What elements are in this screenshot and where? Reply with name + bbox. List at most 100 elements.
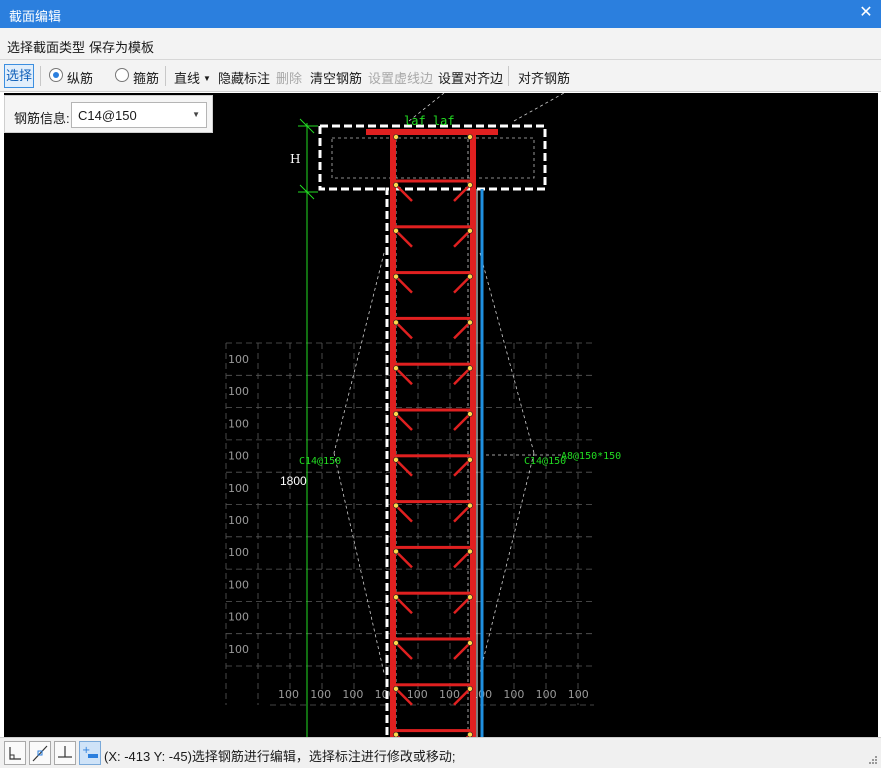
rebar-node [467,273,473,280]
tie-hook [395,413,413,431]
menu-save-as-template[interactable]: 保存为模板 [89,37,154,56]
grid-label: 100 [228,353,249,366]
section-drawing[interactable]: 100 100 100 100 100 100 100 100 100 100 100 100 100 1… [4,93,878,737]
tie-hook [453,321,471,340]
clear-rebar-button[interactable]: 清空钢筋 [310,68,362,87]
laf-label[interactable]: laf laf [404,114,455,128]
rebar-node [393,273,399,280]
right-vertical-rebar [470,131,476,737]
rebar-node [467,548,473,555]
tie-hook [395,229,413,248]
stirrup-bar [393,500,473,504]
tie-hook [395,642,413,660]
rebar-node [393,456,399,463]
delete-button[interactable]: 删除 [276,68,302,87]
left-vertical-rebar [390,131,396,737]
drawing-canvas[interactable]: 100 100 100 100 100 100 100 100 100 100 100 100 100 1… [4,93,878,737]
rebar-node [467,134,473,140]
tie-hook [453,229,471,248]
tie-hook [395,184,413,202]
tie-hook [395,550,413,569]
tie-hook [395,458,413,477]
stirrup-bar [393,362,473,366]
rebar-node [467,640,473,646]
menu-select-section-type[interactable]: 选择截面类型 [7,37,85,56]
rebar-node [393,182,399,188]
rebar-info-select[interactable]: C14@150 ▼ [71,102,207,128]
stirrup-bar [393,729,473,733]
left-rebar-label[interactable]: C14@150 [299,456,341,467]
stirrup-bar [393,683,473,687]
toolbar: 选择 纵筋 箍筋 直线 ▼ 隐藏标注 删除 清空钢筋 设置虚线边 设置对齐边 对齐… [0,60,881,92]
stirrup-bar [393,316,473,320]
rebar-node [393,228,399,234]
grid-label: 100 [228,546,249,559]
tie-hook [453,458,471,477]
grid-label: 100 [439,688,460,701]
stirrup-bar [393,225,473,229]
perpendicular-icon[interactable] [54,741,76,765]
rebar-node [467,685,473,692]
rebar-node [467,182,473,188]
grid-label: 100 [278,688,299,701]
grid-label: 100 [228,611,249,624]
grid-label: 100 [228,578,249,591]
grid-label: 100 [536,688,557,701]
h-label[interactable]: H [290,152,300,166]
dimension-1800[interactable]: 1800 [280,474,307,488]
line-label: 直线 [174,71,201,86]
resize-grip-icon[interactable] [868,755,878,765]
close-icon[interactable]: ✕ [859,4,873,22]
grid-label: 100 [342,688,363,701]
hide-annotation-button[interactable]: 隐藏标注 [218,68,270,87]
toolbar-separator [40,66,41,86]
rebar-node [393,685,399,692]
set-dashed-edge-button[interactable]: 设置虚线边 [368,68,433,87]
menu-bar: 选择截面类型 保存为模板 [0,28,881,60]
stirrup-bar [393,591,473,595]
right-rebar-label[interactable]: C14@150 [524,456,566,467]
snap-line-icon[interactable] [29,741,51,765]
tie-hook [395,321,413,340]
stirrup-label[interactable]: A8@150*150 [561,451,621,462]
grid-label: 100 [228,643,249,656]
rebar-node [467,365,473,372]
longitudinal-radio[interactable] [49,68,63,82]
window-title: 截面编辑 [9,9,62,24]
stirrup-bar [393,545,473,549]
stirrup-bar [393,637,473,641]
dimension-grid: 100 100 100 100 100 100 100 100 100 100 100 100 100 1… [225,342,594,706]
select-button[interactable]: 选择 [4,64,34,88]
stirrup-label[interactable]: 箍筋 [133,68,159,87]
rebar-node [467,411,473,417]
grid-label: 100 [228,385,249,398]
rebar-node [393,319,399,326]
grid-label: 100 [228,417,249,430]
ortho-icon[interactable] [4,741,26,765]
align-rebar-button[interactable]: 对齐钢筋 [518,68,570,87]
rebar-node [467,594,473,601]
tie-hook [395,596,413,615]
grid-label: 100 [228,482,249,495]
rebar-node [467,319,473,326]
guide-line [479,452,535,674]
rebar-node [393,411,399,417]
grid-label: 100 [568,688,589,701]
status-text: (X: -413 Y: -45)选择钢筋进行编辑，选择标注进行修改或移动; [104,749,456,764]
rebar-node [393,502,399,509]
add-dimension-icon[interactable]: + [79,741,101,765]
rebar-node [467,456,473,463]
guide-line [479,252,535,454]
line-dropdown[interactable]: 直线 ▼ [174,68,211,87]
rebar-node [467,502,473,509]
guide-line [333,252,385,454]
chevron-down-icon: ▼ [203,74,211,83]
guide-line [333,452,385,674]
drawing-labels: laf laf H C14@150 C14@150 A8@150*150 180… [280,114,621,488]
rebar-node [393,640,399,646]
stirrup-bar [393,271,473,275]
longitudinal-label[interactable]: 纵筋 [67,68,93,87]
stirrup-radio[interactable] [115,68,129,82]
rebar-info-label: 钢筋信息: [14,111,70,126]
set-align-edge-button[interactable]: 设置对齐边 [438,68,503,87]
